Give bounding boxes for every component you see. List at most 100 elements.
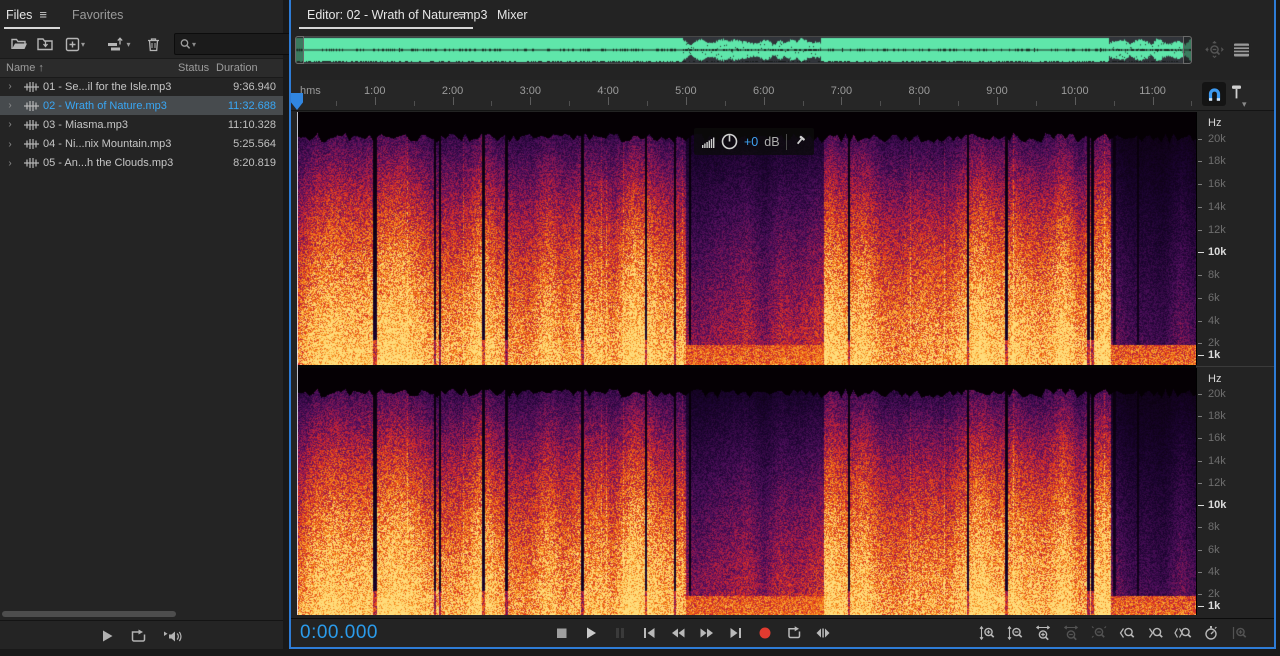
file-row[interactable]: › 01 - Se...il for the Isle.mp3 9:36.940 — [0, 77, 283, 96]
stop-button[interactable] — [549, 621, 575, 645]
record-button[interactable] — [752, 621, 778, 645]
new-file-button[interactable]: ▾ — [60, 37, 90, 52]
timeline-minor-tick — [724, 101, 726, 106]
frequency-tick-label: 6k — [1208, 543, 1220, 556]
overview-left-handle[interactable] — [295, 36, 304, 64]
preview-volume-button[interactable] — [163, 629, 183, 644]
zoom-to-selection-button[interactable] — [1174, 621, 1192, 645]
frequency-tick-label: 18k — [1208, 410, 1226, 423]
file-list-header: Name ↑ Status Duration — [0, 58, 283, 78]
files-panel-menu-icon[interactable]: ≡ — [39, 7, 47, 22]
timeline-ruler[interactable]: hms 1:00 2:00 3:00 4:00 5:00 6:00 7:00 8:00 9:00… — [291, 80, 1274, 111]
column-status[interactable]: Status — [178, 62, 209, 74]
timeline-minor-tick — [335, 101, 337, 106]
rewind-button[interactable] — [665, 621, 691, 645]
frequency-tick-label: 8k — [1208, 521, 1220, 534]
frequency-tick — [1198, 229, 1202, 231]
spectrogram-channel-2[interactable] — [297, 368, 1196, 615]
file-row[interactable]: › 04 - Ni...nix Mountain.mp3 5:25.564 — [0, 135, 283, 154]
time-display[interactable]: 0:00.000 — [300, 622, 378, 644]
overview-zoom-out-full-icon[interactable] — [1205, 41, 1224, 60]
tab-mixer[interactable]: Mixer — [497, 8, 528, 22]
overview-waveform-canvas[interactable] — [296, 37, 1191, 63]
frequency-tick — [1198, 605, 1204, 607]
zoom-out-time-button[interactable] — [1062, 621, 1080, 645]
volume-hud[interactable]: +0 dB — [694, 128, 814, 155]
files-horizontal-scrollbar[interactable] — [2, 611, 176, 617]
file-row[interactable]: › 02 - Wrath of Nature.mp3 11:32.688 — [0, 96, 283, 116]
playhead-line[interactable] — [297, 112, 298, 615]
timeline-major-tick — [1152, 97, 1154, 105]
timeline-label: 10:00 — [1061, 85, 1089, 97]
timeline-minor-tick — [1113, 101, 1115, 106]
frequency-tick-label: 1k — [1208, 349, 1221, 362]
zoom-in-left-edge-button[interactable] — [1118, 621, 1136, 645]
snap-toggle-button[interactable] — [1202, 82, 1226, 106]
file-name: 04 - Ni...nix Mountain.mp3 — [43, 138, 172, 151]
preview-play-button[interactable] — [101, 629, 114, 643]
files-tab-underline — [4, 27, 60, 29]
row-expand-chevron-icon[interactable]: › — [0, 100, 20, 111]
insert-into-multitrack-button[interactable]: ▾ — [102, 36, 136, 52]
loop-playback-button[interactable] — [781, 621, 807, 645]
zoom-in-right-edge-button[interactable] — [1146, 621, 1164, 645]
fast-forward-button[interactable] — [694, 621, 720, 645]
hud-divider — [785, 133, 787, 150]
skip-to-end-button[interactable] — [723, 621, 749, 645]
frequency-tick — [1198, 416, 1202, 418]
import-files-button[interactable] — [32, 37, 60, 51]
search-box[interactable]: ▾ — [174, 33, 296, 55]
editor-layout-icon[interactable] — [1233, 42, 1250, 58]
volume-knob-icon[interactable] — [721, 133, 738, 150]
panel-border-left — [289, 0, 291, 649]
zoom-in-time-button[interactable] — [1034, 621, 1052, 645]
zoom-in-amplitude-button[interactable] — [978, 621, 996, 645]
row-expand-chevron-icon[interactable]: › — [0, 119, 20, 130]
zoom-out-full-button[interactable] — [1090, 621, 1108, 645]
transport-buttons — [549, 621, 836, 645]
timeline-major-tick — [608, 97, 610, 105]
timeline-minor-tick — [1191, 101, 1193, 106]
frequency-tick — [1198, 297, 1202, 299]
editor-panel-menu-icon[interactable]: ≡ — [458, 7, 466, 22]
frequency-tick-label: 10k — [1208, 499, 1227, 512]
skip-selection-button[interactable] — [810, 621, 836, 645]
timeline-minor-tick — [647, 101, 648, 106]
spectral-settings-caret-icon[interactable]: ▾ — [1242, 99, 1247, 110]
playhead-marker[interactable] — [291, 93, 303, 110]
timeline-minor-tick — [491, 101, 493, 106]
frequency-scale-channel-1: Hz 20k 18k 16k 14k 12k 10k 8k 6k 4k 2k 1k — [1196, 112, 1274, 365]
overview-waveform[interactable] — [295, 36, 1192, 64]
file-duration: 5:25.564 — [233, 138, 276, 151]
preview-loop-button[interactable] — [130, 629, 147, 644]
hud-gain-value[interactable]: +0 — [744, 135, 758, 149]
frequency-tick — [1198, 571, 1202, 573]
zoom-to-playhead-button[interactable] — [1202, 621, 1220, 645]
row-expand-chevron-icon[interactable]: › — [0, 158, 20, 169]
column-duration[interactable]: Duration — [216, 62, 258, 74]
open-file-button[interactable] — [6, 37, 32, 51]
timeline-minor-tick — [802, 101, 804, 106]
tab-favorites[interactable]: Favorites — [72, 8, 123, 22]
column-name[interactable]: Name — [6, 62, 35, 74]
overview-right-handle[interactable] — [1183, 36, 1192, 64]
search-input[interactable] — [196, 37, 287, 51]
zoom-bar — [978, 621, 1248, 645]
timeline-label: 3:00 — [519, 85, 542, 97]
zoom-reset-button[interactable] — [1230, 621, 1248, 645]
zoom-out-amplitude-button[interactable] — [1006, 621, 1024, 645]
delete-button[interactable] — [140, 37, 166, 52]
editor-tab-underline — [299, 27, 473, 29]
row-expand-chevron-icon[interactable]: › — [0, 139, 20, 150]
file-row[interactable]: › 05 - An...h the Clouds.mp3 8:20.819 — [0, 154, 283, 173]
frequency-scale-channel-2: Hz 20k 18k 16k 14k 12k 10k 8k 6k 4k 2k 1k — [1196, 368, 1274, 615]
timeline-major-tick — [530, 97, 532, 105]
hud-pin-icon[interactable] — [790, 132, 808, 150]
file-row[interactable]: › 03 - Miasma.mp3 11:10.328 — [0, 115, 283, 134]
play-button[interactable] — [578, 621, 604, 645]
pause-button[interactable] — [607, 621, 633, 645]
timeline-major-tick — [763, 97, 765, 105]
row-expand-chevron-icon[interactable]: › — [0, 81, 20, 92]
skip-to-start-button[interactable] — [636, 621, 662, 645]
tab-files[interactable]: Files — [6, 8, 32, 22]
